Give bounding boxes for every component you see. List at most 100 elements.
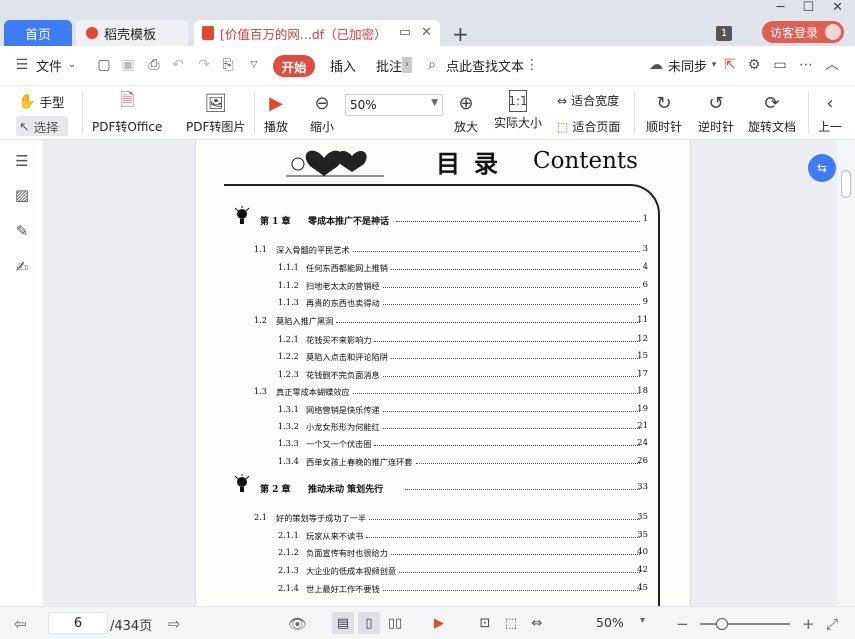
open-folder-icon[interactable]: ▢: [96, 57, 112, 73]
toc-entry[interactable]: 2.1 好的策划等于成功了一半 35: [196, 512, 690, 526]
collapse-ribbon-icon[interactable]: ︿: [824, 57, 840, 73]
prev-page-icon[interactable]: ⇦: [14, 615, 27, 633]
menu-file[interactable]: 文件: [36, 56, 62, 75]
toc-leader-dots: [366, 530, 640, 538]
fit-page-button[interactable]: ⬚ 适合页面: [557, 118, 620, 135]
pdf-to-image-button[interactable]: 🖼 PDF转图片: [186, 90, 245, 135]
tab-home[interactable]: 首页: [4, 20, 72, 46]
toc-entry[interactable]: 2.1.4 世上最好工作不要钱 45: [196, 583, 690, 597]
login-button[interactable]: 访客登录: [762, 21, 844, 43]
fit-page-status-icon[interactable]: ⬚: [500, 612, 522, 634]
minimize-icon[interactable]: ─: [777, 0, 785, 15]
outline-icon[interactable]: ☰: [13, 152, 31, 170]
document-viewport[interactable]: 目录 Contents 第 1 章 零成本推广不是神话 1 1.1 深入骨髓的平民艺术 3…: [44, 140, 837, 606]
export-icon[interactable]: ⎘: [220, 57, 236, 73]
zoom-select[interactable]: 50% ▼: [345, 94, 443, 116]
previous-button[interactable]: ‹ 上一: [818, 90, 842, 135]
pdf-to-office-button[interactable]: 🗎 PDF转Office: [92, 90, 162, 135]
comment-icon[interactable]: ▭: [772, 57, 788, 73]
scrollbar-thumb[interactable]: [841, 170, 851, 198]
fit-width-button[interactable]: ⇔ 适合宽度: [557, 92, 619, 109]
toc-entry[interactable]: 1.1 深入骨髓的平民艺术 3: [196, 244, 690, 258]
menu-hamburger-icon[interactable]: ☰: [14, 57, 30, 73]
annotation-pen-icon[interactable]: ✎: [13, 222, 31, 240]
rotate-counterclockwise-button[interactable]: ↺ 逆时针: [698, 90, 734, 135]
more-horizontal-icon[interactable]: ⋯: [798, 57, 814, 73]
toc-entry[interactable]: 1.2 莫陷入推广黑洞 11: [196, 315, 690, 329]
toc-entry[interactable]: 2.1.3 大企业的低成本视频创意 42: [196, 565, 690, 579]
vertical-scrollbar[interactable]: [837, 140, 855, 606]
save-icon[interactable]: ▣: [120, 57, 136, 73]
zoom-in-status-icon[interactable]: +: [802, 615, 815, 633]
window-icon[interactable]: ▭: [399, 25, 411, 40]
close-tab-icon[interactable]: ✕: [421, 25, 432, 40]
tab-count-badge[interactable]: 1: [716, 26, 732, 41]
actual-size-status-icon[interactable]: ⊡: [474, 612, 496, 634]
sync-status[interactable]: 未同步: [668, 56, 707, 75]
two-page-view-icon[interactable]: ▯▯: [384, 612, 406, 634]
toc-entry[interactable]: 第 1 章 零成本推广不是神话 1: [196, 206, 690, 228]
undo-icon[interactable]: ↶: [170, 57, 186, 73]
play-slideshow-icon[interactable]: ▶: [428, 612, 450, 634]
tab-document[interactable]: [价值百万的网...df（已加密） ▭ ✕: [194, 20, 440, 46]
toc-entry[interactable]: 1.1.3 再贵的东西也卖得动 9: [196, 297, 690, 311]
toc-entry[interactable]: 1.3.1 网络营销是快乐传递 19: [196, 404, 690, 418]
toc-entry[interactable]: 1.3 真正零成本蝴蝶效应 18: [196, 386, 690, 400]
select-tool-button[interactable]: ↖ 选择: [16, 116, 68, 136]
tab-template[interactable]: 稻壳模板: [76, 20, 188, 46]
toc-entry[interactable]: 第 2 章 推动未动 策划先行 33: [196, 474, 690, 496]
zoom-in-button[interactable]: ⊕ 放大: [454, 90, 478, 135]
toc-entry[interactable]: 2.1.1 玩家从来不读书 35: [196, 530, 690, 544]
close-window-icon[interactable]: ✕: [832, 0, 843, 15]
tab-start[interactable]: 开始: [273, 55, 315, 77]
continuous-view-icon[interactable]: ▤: [332, 612, 354, 634]
toc-entry[interactable]: 1.3.3 一个又一个伏击圈 24: [196, 438, 690, 452]
fullscreen-icon[interactable]: ⤢: [826, 615, 838, 633]
eye-protection-icon[interactable]: 👁: [288, 615, 307, 633]
rotate-document-button[interactable]: ⟳ 旋转文档: [748, 90, 796, 135]
toc-entry[interactable]: 2.1.2 负面宣传有时也很给力 40: [196, 547, 690, 561]
thumbnail-icon[interactable]: ▨: [13, 186, 31, 204]
tab-annotate[interactable]: 批注: [376, 56, 402, 75]
toc-entry[interactable]: 1.2.2 莫陷入点击和评论陷阱 15: [196, 351, 690, 365]
settings-gear-icon[interactable]: ⚙: [746, 57, 762, 73]
fit-width-status-icon[interactable]: ⇔: [526, 612, 548, 634]
more-dropdown-icon[interactable]: ▽: [246, 57, 262, 73]
toc-entry[interactable]: 1.2.1 花钱买不来影响力 12: [196, 334, 690, 348]
play-button[interactable]: ▶ 播放: [264, 90, 288, 135]
toc-leader-dots: [399, 565, 640, 573]
toc-entry[interactable]: 1.3.4 西单女孩上春晚的推广连环套 26: [196, 456, 690, 470]
chevron-down-icon[interactable]: ⌄: [64, 57, 80, 73]
rotate-clockwise-button[interactable]: ↻ 顺时针: [646, 90, 682, 135]
search-input[interactable]: 点此查找文本: [446, 56, 524, 75]
redo-icon[interactable]: ↷: [196, 57, 212, 73]
hand-tool-button[interactable]: ✋ 手型: [18, 92, 64, 111]
signature-icon[interactable]: ✍: [13, 258, 31, 276]
share-icon[interactable]: ⇱: [722, 57, 738, 73]
single-page-view-icon[interactable]: ▯: [358, 612, 380, 634]
floating-translate-icon[interactable]: ⇆: [808, 154, 836, 182]
toc-entry[interactable]: 1.1.2 扫地老太太的营销经 6: [196, 280, 690, 294]
zoom-out-status-icon[interactable]: −: [676, 615, 689, 633]
zoom-slider[interactable]: [700, 618, 790, 630]
zoom-out-button[interactable]: ⊖ 缩小: [310, 90, 334, 135]
more-vertical-icon[interactable]: ⋮: [524, 57, 540, 73]
zoom-dropdown-icon[interactable]: ▾: [640, 615, 645, 626]
toc-entry[interactable]: 1.1.1 任何东西都能网上推销 4: [196, 262, 690, 276]
tab-insert[interactable]: 插入: [330, 56, 356, 75]
scroll-right-icon[interactable]: ›: [402, 57, 412, 73]
print-icon[interactable]: ⎙: [146, 57, 162, 73]
actual-size-label: 实际大小: [494, 116, 543, 130]
cloud-icon[interactable]: ☁: [648, 57, 664, 73]
page-number-input[interactable]: 6: [48, 612, 108, 634]
toc-text: 小龙女形形为何能红: [306, 422, 380, 432]
maximize-icon[interactable]: ☐: [802, 0, 814, 15]
zoom-slider-knob[interactable]: [716, 618, 728, 630]
next-page-icon[interactable]: ⇨: [168, 615, 181, 633]
actual-size-button[interactable]: 1:1 实际大小: [494, 90, 542, 131]
search-icon[interactable]: ⌕: [424, 57, 440, 73]
add-tab-icon[interactable]: +: [452, 22, 469, 46]
sync-dropdown-icon[interactable]: ▾: [706, 57, 722, 73]
toc-entry[interactable]: 1.2.3 花钱删不完负面消息 17: [196, 369, 690, 383]
toc-entry[interactable]: 1.3.2 小龙女形形为何能红 21: [196, 421, 690, 435]
